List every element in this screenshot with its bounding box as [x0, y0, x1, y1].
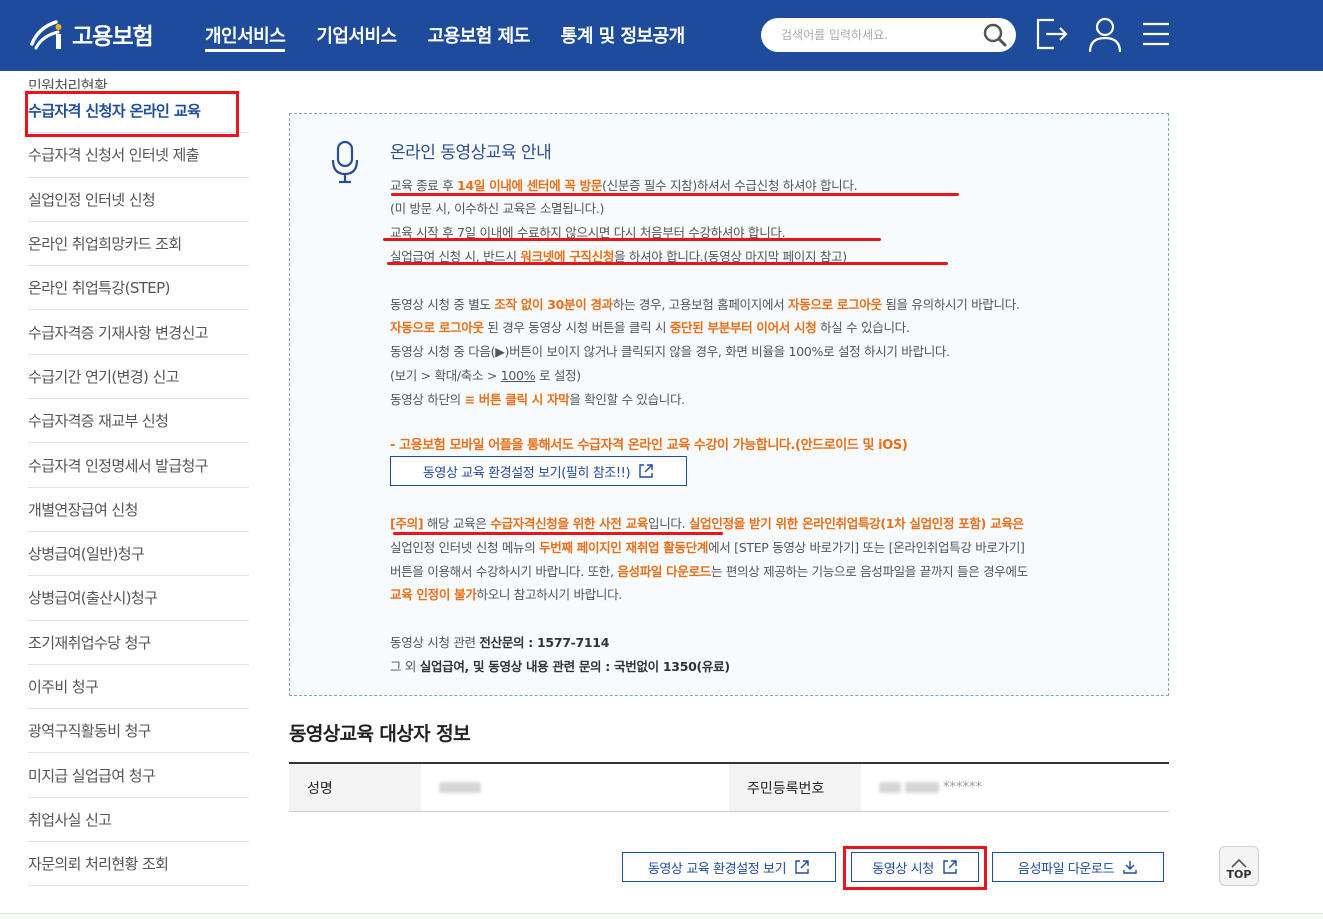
sidebar-item-early-reemployment[interactable]: 조기재취업수당 청구: [28, 621, 249, 665]
red-underline: [393, 532, 723, 535]
red-underline: [391, 193, 959, 196]
target-info-title: 동영상교육 대상자 정보: [289, 723, 470, 745]
notice-line-not-recognized: 교육 인정이 불가하오니 참고하시기 바랍니다.: [390, 587, 622, 602]
sidebar: 민원처리현황 수급자격 신청자 온라인 교육 수급자격 신청서 인터넷 제출 실…: [28, 71, 249, 887]
red-underline: [383, 238, 881, 241]
notice-line-subtitles: 동영상 하단의 ≡ 버튼 클릭 시 자막을 확인할 수 있습니다.: [390, 392, 685, 407]
nav-business-service[interactable]: 기업서비스: [316, 22, 397, 52]
menu-icon[interactable]: [1139, 14, 1175, 54]
name-label: 성명: [289, 764, 421, 811]
notice-line-visit: 교육 종료 후 14일 이내에 센터에 꼭 방문(신분증 필수 지참)하셔서 수…: [390, 178, 858, 193]
logout-icon[interactable]: [1034, 14, 1070, 54]
sidebar-item-period-extension[interactable]: 수급기간 연기(변경) 신고: [28, 355, 249, 400]
sidebar-item-unpaid-benefit[interactable]: 미지급 실업급여 청구: [28, 753, 249, 798]
notice-line-zoom: 동영상 시청 중 다음(▶)버튼이 보이지 않거나 클릭되지 않을 경우, 화면…: [390, 344, 950, 359]
external-link-icon: [795, 860, 809, 874]
sidebar-item-application-submit[interactable]: 수급자격 신청서 인터넷 제출: [28, 133, 249, 178]
notice-line-timeout: 동영상 시청 중 별도 조작 없이 30분이 경과하는 경우, 고용보험 홈페이…: [390, 297, 1020, 312]
search-icon[interactable]: [982, 22, 1008, 48]
logo[interactable]: 고용보험: [28, 14, 154, 54]
rrn-label: 주민등록번호: [729, 764, 861, 811]
env-setting-button[interactable]: 동영상 교육 환경설정 보기: [622, 852, 836, 882]
contact-line-general: 그 외 실업급여, 및 동영상 내용 관련 문의 : 국번없이 1350(유료): [390, 659, 730, 674]
microphone-icon: [331, 140, 359, 184]
masked-name: [439, 782, 481, 793]
download-icon: [1123, 861, 1137, 874]
sidebar-item-job-card[interactable]: 온라인 취업희망카드 조회: [28, 222, 249, 267]
logo-text: 고용보험: [72, 24, 154, 50]
notice-line-expire: (미 방문 시, 이수하신 교육은 소멸됩니다.): [390, 201, 605, 216]
online-education-notice: 온라인 동영상교육 안내 교육 종료 후 14일 이내에 센터에 꼭 방문(신분…: [289, 113, 1169, 696]
sidebar-item-advisory-status[interactable]: 자문의뢰 처리현황 조회: [28, 842, 249, 887]
main-nav: 개인서비스 기업서비스 고용보험 제도 통계 및 정보공개: [205, 22, 716, 52]
sidebar-item-statement[interactable]: 수급자격 인정명세서 발급청구: [28, 443, 249, 488]
target-info-table: 성명 주민등록번호 ******: [289, 762, 1169, 812]
notice-line-mobile: - 고용보험 모바일 어플을 통해서도 수급자격 온라인 교육 수강이 가능합니…: [390, 438, 908, 453]
notice-line-caution: [주의] 해당 교육은 수급자격신청을 위한 사전 교육입니다. 실업인정을 받…: [390, 516, 1024, 531]
sidebar-item-employment-report[interactable]: 취업사실 신고: [28, 798, 249, 843]
external-link-icon: [639, 464, 653, 478]
top-header: 고용보험 개인서비스 기업서비스 고용보험 제도 통계 및 정보공개: [0, 0, 1323, 71]
sidebar-item-extended-benefit[interactable]: 개별연장급여 신청: [28, 488, 249, 532]
highlight-box-watch: [843, 846, 987, 890]
notice-line-audio: 버튼을 이용해서 수강하시기 바랍니다. 또한, 음성파일 다운로드는 편의상 …: [390, 564, 1028, 579]
sidebar-item-complaint-status[interactable]: 민원처리현황: [28, 71, 249, 89]
notice-line-resume: 자동으로 로그아웃 된 경우 동영상 시청 버튼을 클릭 시 중단된 부분부터 …: [390, 320, 910, 335]
env-setting-button-top[interactable]: 동영상 교육 환경설정 보기(필히 참조!!): [390, 456, 687, 486]
scroll-top-button[interactable]: TOP: [1219, 846, 1259, 886]
sidebar-item-job-search-expense[interactable]: 광역구직활동비 청구: [28, 709, 249, 754]
nav-personal-service[interactable]: 개인서비스: [205, 22, 286, 52]
rrn-value: ******: [861, 764, 1169, 811]
user-icon[interactable]: [1087, 14, 1123, 54]
sidebar-item-sickness-birth[interactable]: 상병급여(출산시)청구: [28, 576, 249, 621]
sidebar-item-cert-change[interactable]: 수급자격증 기재사항 변경신고: [28, 310, 249, 355]
nav-insurance-system[interactable]: 고용보험 제도: [428, 22, 531, 52]
sidebar-item-relocation[interactable]: 이주비 청구: [28, 665, 249, 710]
sidebar-item-sickness-general[interactable]: 상병급여(일반)청구: [28, 532, 249, 577]
chevron-up-icon: [1231, 858, 1247, 868]
sidebar-item-step[interactable]: 온라인 취업특강(STEP): [28, 266, 249, 311]
red-underline: [387, 262, 948, 265]
highlight-box-sidebar: [25, 91, 239, 137]
logo-mark-icon: [30, 20, 62, 50]
audio-download-button[interactable]: 음성파일 다운로드: [992, 852, 1164, 882]
sidebar-item-cert-reissue[interactable]: 수급자격증 재교부 신청: [28, 399, 249, 444]
search-box: [761, 18, 1016, 52]
search-input[interactable]: [781, 25, 971, 45]
sidebar-item-unemployment-recognition[interactable]: 실업인정 인터넷 신청: [28, 178, 249, 222]
name-value: [421, 764, 729, 811]
footer-edge: [0, 913, 1323, 919]
notice-line-step: 실업인정 인터넷 신청 메뉴의 두번째 페이지인 재취업 활동단계에서 [STE…: [390, 540, 1025, 555]
nav-statistics[interactable]: 통계 및 정보공개: [561, 22, 685, 52]
contact-line-it: 동영상 시청 관련 전산문의 : 1577-7114: [390, 635, 610, 650]
notice-title: 온라인 동영상교육 안내: [390, 143, 552, 163]
notice-line-zoom-path: (보기 > 확대/축소 > 100% 로 설정): [390, 368, 581, 383]
